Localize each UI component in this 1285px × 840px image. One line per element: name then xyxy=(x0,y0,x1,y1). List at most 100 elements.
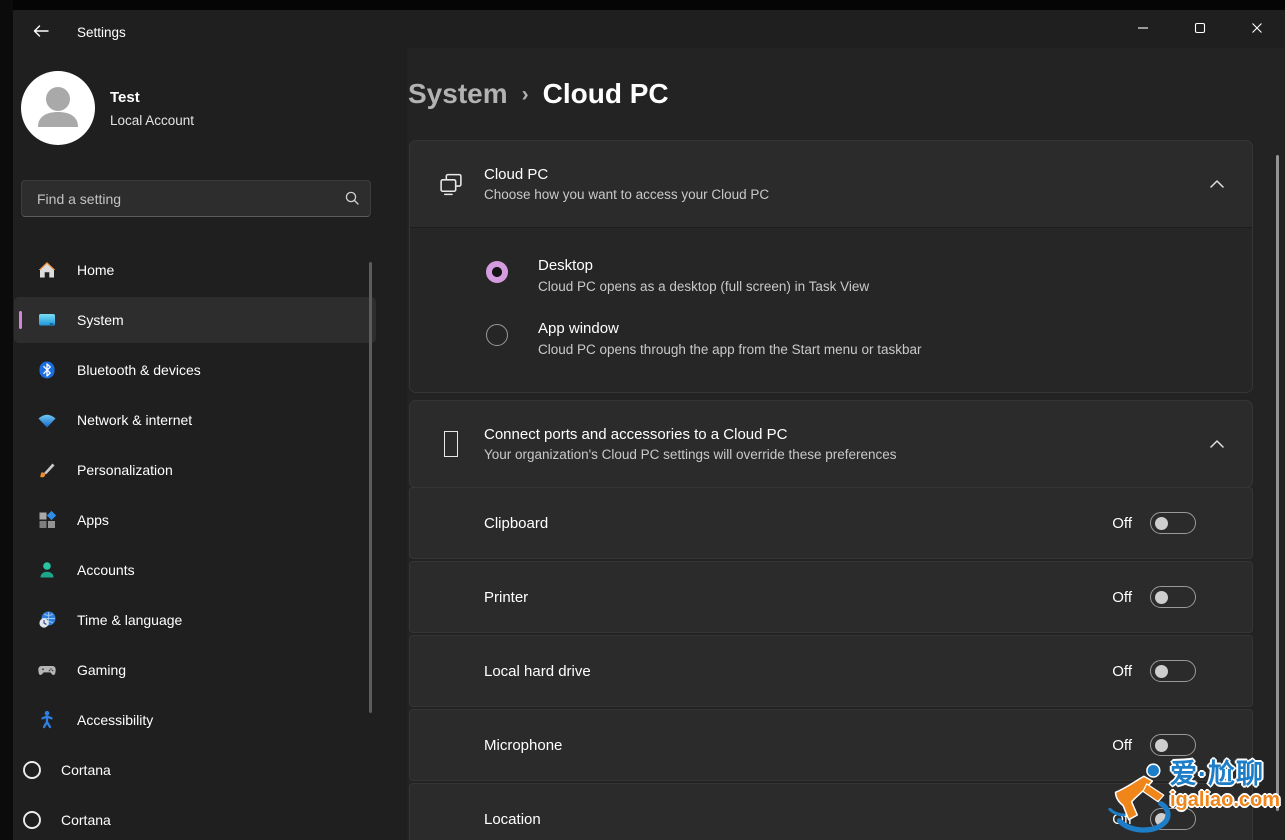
radio-option-desktop[interactable]: Desktop Cloud PC opens as a desktop (ful… xyxy=(410,244,1252,307)
local-hard-drive-toggle[interactable] xyxy=(1150,660,1196,682)
clipboard-toggle[interactable] xyxy=(1150,512,1196,534)
toggle-knob xyxy=(1155,591,1168,604)
sidebar-item-label: Home xyxy=(77,262,114,278)
printer-toggle[interactable] xyxy=(1150,586,1196,608)
radio-option-description: Cloud PC opens as a desktop (full screen… xyxy=(538,279,869,294)
radio-option-description: Cloud PC opens through the app from the … xyxy=(538,342,921,357)
maximize-button[interactable] xyxy=(1171,10,1228,48)
radio-option-app-window[interactable]: App window Cloud PC opens through the ap… xyxy=(410,307,1252,370)
breadcrumb-separator-icon: › xyxy=(522,83,529,107)
toggle-row-label: Location xyxy=(484,811,1112,828)
toggle-knob xyxy=(1155,517,1168,530)
screen-edge-left xyxy=(0,0,13,840)
toggle-state-label: Off xyxy=(1112,515,1132,532)
toggle-row-local-hard-drive: Local hard drive Off xyxy=(409,635,1253,707)
sidebar-item-label: System xyxy=(77,312,124,328)
back-button[interactable] xyxy=(23,17,59,47)
cloud-pc-card-text: Cloud PC Choose how you want to access y… xyxy=(484,166,1204,202)
sidebar-item-gaming[interactable]: Gaming xyxy=(14,647,376,693)
minimize-button[interactable] xyxy=(1114,10,1171,48)
ports-accessories-icon xyxy=(438,431,464,457)
close-icon xyxy=(1251,22,1263,37)
toggle-rows: Clipboard Off Printer Off Local hard dri… xyxy=(409,487,1253,840)
sidebar-item-time-language[interactable]: Time & language xyxy=(14,597,376,643)
chevron-up-icon[interactable] xyxy=(1204,429,1230,459)
sidebar-nav: Home System Bluetooth & devices Network … xyxy=(14,247,376,840)
connect-ports-card-header[interactable]: Connect ports and accessories to a Cloud… xyxy=(410,401,1252,487)
sidebar-item-label: Cortana xyxy=(61,812,111,828)
sidebar-item-accessibility[interactable]: Accessibility xyxy=(14,697,376,743)
close-button[interactable] xyxy=(1228,10,1285,48)
sidebar-item-label: Apps xyxy=(77,512,109,528)
sidebar-item-apps[interactable]: Apps xyxy=(14,497,376,543)
sidebar-item-label: Cortana xyxy=(61,762,111,778)
toggle-row-clipboard: Clipboard Off xyxy=(409,487,1253,559)
minimize-icon xyxy=(1137,22,1149,37)
apps-icon xyxy=(37,510,57,530)
network-icon xyxy=(37,410,57,430)
search-box xyxy=(21,180,371,217)
sidebar-scrollbar[interactable] xyxy=(369,262,372,713)
toggle-row-microphone: Microphone Off xyxy=(409,709,1253,781)
toggle-row-location: Location Off xyxy=(409,783,1253,840)
personalization-icon xyxy=(37,460,57,480)
avatar[interactable] xyxy=(21,71,95,145)
toggle-state-label: Off xyxy=(1112,811,1132,828)
radio-selected[interactable] xyxy=(486,261,508,283)
connect-ports-card: Connect ports and accessories to a Cloud… xyxy=(409,400,1253,488)
toggle-state-label: Off xyxy=(1112,737,1132,754)
sidebar-item-label: Personalization xyxy=(77,462,173,478)
window-controls xyxy=(1114,10,1285,48)
window-title: Settings xyxy=(77,25,126,40)
sidebar-item-label: Accounts xyxy=(77,562,135,578)
cloud-pc-card-subtitle: Choose how you want to access your Cloud… xyxy=(484,187,1204,202)
sidebar-item-cortana-2[interactable]: Cortana xyxy=(14,797,376,840)
main-scrollbar[interactable] xyxy=(1276,155,1279,811)
toggle-knob xyxy=(1155,739,1168,752)
user-account-type: Local Account xyxy=(110,113,194,128)
chevron-up-icon[interactable] xyxy=(1204,169,1230,199)
search-input[interactable] xyxy=(21,180,371,217)
toggle-row-label: Clipboard xyxy=(484,515,1112,532)
system-icon xyxy=(37,310,57,330)
toggle-state-label: Off xyxy=(1112,663,1132,680)
breadcrumb-system[interactable]: System xyxy=(408,78,508,110)
sidebar-item-cortana[interactable]: Cortana xyxy=(14,747,376,793)
toggle-row-printer: Printer Off xyxy=(409,561,1253,633)
cloud-pc-icon xyxy=(438,172,464,197)
toggle-row-label: Microphone xyxy=(484,737,1112,754)
sidebar-item-label: Bluetooth & devices xyxy=(77,362,201,378)
back-arrow-icon xyxy=(33,25,49,40)
location-toggle[interactable] xyxy=(1150,808,1196,830)
settings-window: Settings Test Local Account xyxy=(13,10,1285,840)
sidebar-item-personalization[interactable]: Personalization xyxy=(14,447,376,493)
breadcrumb: System › Cloud PC xyxy=(408,78,669,110)
radio-option-text: Desktop Cloud PC opens as a desktop (ful… xyxy=(538,257,869,294)
cortana-icon xyxy=(22,810,42,830)
radio-unselected[interactable] xyxy=(486,324,508,346)
gaming-icon xyxy=(37,660,57,680)
connect-ports-card-title: Connect ports and accessories to a Cloud… xyxy=(484,426,1204,443)
page-title: Cloud PC xyxy=(543,78,669,110)
cortana-icon xyxy=(22,760,42,780)
cloud-pc-card-title: Cloud PC xyxy=(484,166,1204,183)
time-language-icon xyxy=(37,610,57,630)
microphone-toggle[interactable] xyxy=(1150,734,1196,756)
accessibility-icon xyxy=(37,710,57,730)
sidebar-item-system[interactable]: System xyxy=(14,297,376,343)
toggle-state-label: Off xyxy=(1112,589,1132,606)
accounts-icon xyxy=(37,560,57,580)
sidebar-item-label: Gaming xyxy=(77,662,126,678)
sidebar-item-home[interactable]: Home xyxy=(14,247,376,293)
sidebar-item-bluetooth-devices[interactable]: Bluetooth & devices xyxy=(14,347,376,393)
radio-option-label: Desktop xyxy=(538,257,869,274)
bluetooth-icon xyxy=(37,360,57,380)
cloud-pc-card: Cloud PC Choose how you want to access y… xyxy=(409,140,1253,393)
connect-ports-card-subtitle: Your organization's Cloud PC settings wi… xyxy=(484,447,1204,462)
main-content: System › Cloud PC Cloud PC Choose how yo… xyxy=(407,48,1285,840)
sidebar-item-accounts[interactable]: Accounts xyxy=(14,547,376,593)
cloud-pc-card-header[interactable]: Cloud PC Choose how you want to access y… xyxy=(410,141,1252,227)
screen-edge-top xyxy=(0,0,1285,10)
sidebar-item-network-internet[interactable]: Network & internet xyxy=(14,397,376,443)
home-icon xyxy=(37,260,57,280)
